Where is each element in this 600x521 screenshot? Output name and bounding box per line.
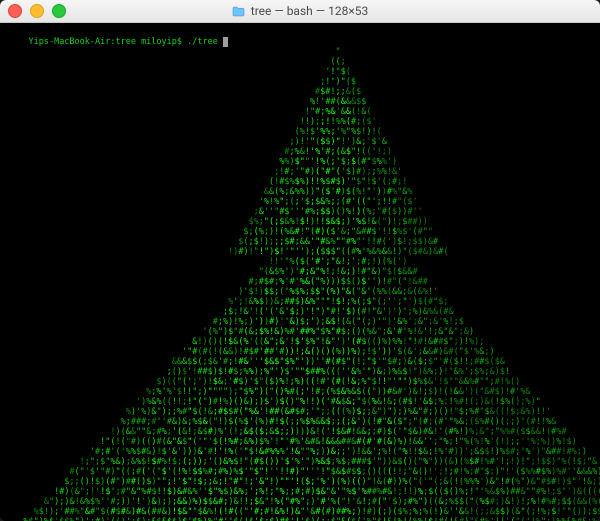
terminal-window: tree — bash — 128×53 Yips-MacBook-Air:tr… [0,0,600,521]
cursor-block [223,37,228,47]
prompt-command: ./tree [187,37,218,47]
prompt-line: Yips-MacBook-Air:tree miloyip$ ./tree [28,37,228,47]
prompt-host-cwd-user: Yips-MacBook-Air:tree miloyip$ [28,37,182,47]
window-traffic-lights [8,4,66,18]
terminal-viewport[interactable]: Yips-MacBook-Air:tree miloyip$ ./tree " [0,23,600,521]
close-icon[interactable] [8,4,22,18]
window-title: tree — bash — 128×53 [232,4,368,18]
program-output: " ((; [8,47,592,521]
folder-icon [232,6,245,17]
window-title-text: tree — bash — 128×53 [251,4,368,18]
minimize-icon[interactable] [30,4,44,18]
zoom-icon[interactable] [52,4,66,18]
titlebar[interactable]: tree — bash — 128×53 [0,0,600,23]
